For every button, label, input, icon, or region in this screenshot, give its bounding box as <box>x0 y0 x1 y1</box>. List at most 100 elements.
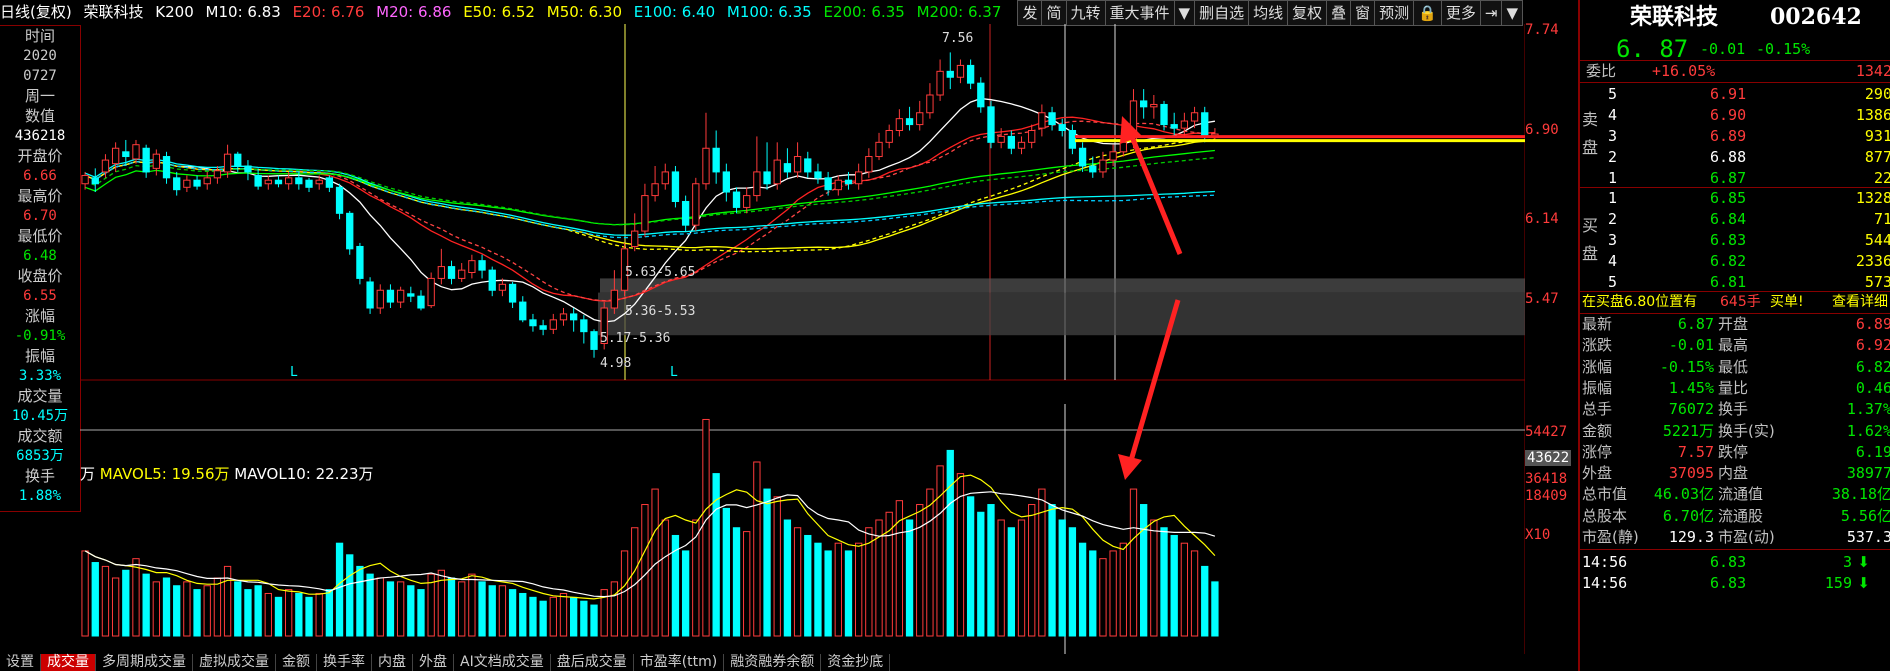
tick-price: 6.83 <box>1710 574 1747 592</box>
toolbar-button-6[interactable]: 均线 <box>1248 0 1289 26</box>
toolbar-button-8[interactable]: 叠 <box>1326 0 1352 26</box>
volume-bar <box>468 573 476 637</box>
indicator-tab-1[interactable]: 成交量 <box>41 654 96 671</box>
mavol5-value: MAVOL5: 19.56万 <box>99 465 230 483</box>
toolbar-button-1[interactable]: 简 <box>1041 0 1067 26</box>
volume-bar <box>1140 504 1148 637</box>
sell-level-2[interactable]: 2 6.88 877 <box>1580 147 1890 168</box>
indicator-tab-4[interactable]: 金额 <box>276 654 317 671</box>
price-zone-box <box>600 278 1525 293</box>
volume-bar <box>946 449 954 637</box>
ema200-line <box>84 149 1215 226</box>
buy-level-volume: 71 <box>1873 210 1890 228</box>
low-marker: 4.98 <box>600 356 631 371</box>
indicator-tab-10[interactable]: 市盈率(ttm) <box>634 654 725 671</box>
sell-level-5[interactable]: 5 6.91 290 <box>1580 84 1890 105</box>
ma200-line <box>84 157 1215 226</box>
indicator-tab-12[interactable]: 资金抄底 <box>821 654 891 671</box>
volume-bar <box>570 596 578 637</box>
candle-body <box>1160 103 1168 126</box>
candle-body <box>1058 124 1066 132</box>
buy-level-volume: 2336 <box>1855 252 1890 270</box>
toolbar-button-4[interactable]: ▼ <box>1173 0 1196 26</box>
stat-value: 46.03亿 <box>1653 485 1714 504</box>
volume-bar <box>101 565 110 637</box>
candle-body <box>641 195 649 232</box>
toolbar-button-12[interactable]: 更多 <box>1440 0 1481 26</box>
indicator-tab-2[interactable]: 多周期成交量 <box>96 654 193 671</box>
candle-body <box>234 153 242 167</box>
sell-level-num: 2 <box>1608 148 1618 166</box>
candle-body <box>1099 159 1107 173</box>
volume-bar <box>173 585 181 637</box>
sell-level-volume: 877 <box>1864 148 1890 166</box>
volume-bar <box>590 604 598 637</box>
order-notice[interactable]: 在买盘6.80位置有 645手 买单! 查看详细 <box>1580 292 1890 313</box>
candle-body <box>651 183 659 197</box>
sell-level-1[interactable]: 1 6.87 22 <box>1580 168 1890 189</box>
stat-row: 总手 76072 换手 1.37% <box>1580 399 1890 420</box>
toolbar-button-2[interactable]: 九转 <box>1065 0 1106 26</box>
volume-bar <box>681 550 690 637</box>
toolbar-button-7[interactable]: 复权 <box>1287 0 1328 26</box>
arrow-up <box>1127 131 1183 255</box>
toolbar-button-13[interactable]: ⇥ <box>1479 0 1503 26</box>
indicator-tab-7[interactable]: 外盘 <box>413 654 454 671</box>
toolbar-button-3[interactable]: 重大事件 <box>1104 0 1175 26</box>
volume-bar <box>244 589 252 637</box>
buy-level-num: 2 <box>1608 210 1618 228</box>
indicator-tab-0[interactable]: 设置 <box>0 654 41 671</box>
m10-value: M10: 6.83 <box>205 3 281 21</box>
data-label-2: 周一 <box>24 87 55 105</box>
indicator-tab-9[interactable]: 盘后成交量 <box>551 654 634 671</box>
buy-level-volume: 573 <box>1864 273 1890 291</box>
toolbar-button-9[interactable]: 窗 <box>1350 0 1376 26</box>
candle-body <box>885 130 893 143</box>
candle-body <box>956 64 965 78</box>
tick-volume: 3 <box>1842 553 1852 571</box>
stat-value-2: 38977 <box>1846 464 1890 483</box>
stat-label: 金额 <box>1582 421 1613 440</box>
notice-suffix: 买单! <box>1770 294 1804 310</box>
candle-body <box>946 70 954 78</box>
volume-bar <box>376 577 384 637</box>
candle-body <box>671 171 680 203</box>
stat-value-2: 6.89 <box>1855 315 1890 333</box>
toolbar-button-10[interactable]: 预测 <box>1374 0 1415 26</box>
indicator-tab-5[interactable]: 换手率 <box>317 654 372 671</box>
buy-level-3[interactable]: 3 6.83 544 <box>1580 230 1890 251</box>
volume-bar <box>773 496 781 637</box>
volume-bar <box>1028 504 1036 637</box>
tick-row: 14:56 6.83 3 ⬇ <box>1580 552 1890 573</box>
candle-body <box>824 177 832 191</box>
volume-bar <box>1058 519 1066 637</box>
kline-chart[interactable]: 7.56 4.98 5.63-5.65 5.36-5.53 5.17-5.36 L L <box>80 24 1525 654</box>
stat-value-2: 537.3 <box>1846 528 1890 546</box>
indicator-tab-8[interactable]: AI文档成交量 <box>454 654 551 671</box>
toolbar-button-14[interactable]: ▼ <box>1501 0 1523 26</box>
chart-toolbar: 发简九转 重大事件 ▼ 删自选 均线 复权叠窗预测 🔒 更多 ⇥ ▼ <box>1017 0 1523 26</box>
volume-bar <box>366 573 374 637</box>
indicator-tab-11[interactable]: 融资融券余额 <box>724 654 822 671</box>
buy-level-5[interactable]: 5 6.81 573 <box>1580 272 1890 293</box>
stat-label: 涨跌 <box>1582 336 1613 355</box>
buy-level-2[interactable]: 2 6.84 71 <box>1580 209 1890 230</box>
indicator-tab-3[interactable]: 虚拟成交量 <box>193 654 276 671</box>
buy-level-1[interactable]: 1 6.85 1328 <box>1580 188 1890 209</box>
toolbar-button-11[interactable]: 🔒 <box>1413 0 1442 26</box>
candle-body <box>346 212 354 250</box>
indicator-tab-6[interactable]: 内盘 <box>372 654 413 671</box>
notice-detail-link[interactable]: 查看详细 <box>1832 292 1888 313</box>
buy-level-price: 6.82 <box>1710 252 1747 270</box>
candle-body <box>1028 130 1036 143</box>
stat-label: 涨幅 <box>1582 357 1613 376</box>
arrow-head-down <box>1118 454 1142 480</box>
sell-level-price: 6.90 <box>1710 106 1747 124</box>
volume-bar <box>916 504 924 637</box>
volume-tick: 43622 <box>1525 450 1572 466</box>
sell-level-4[interactable]: 4 6.90 1386 <box>1580 105 1890 126</box>
toolbar-button-5[interactable]: 删自选 <box>1194 0 1250 26</box>
toolbar-button-0[interactable]: 发 <box>1017 0 1043 26</box>
buy-level-4[interactable]: 4 6.82 2336 <box>1580 251 1890 272</box>
sell-level-3[interactable]: 3 6.89 931 <box>1580 126 1890 147</box>
